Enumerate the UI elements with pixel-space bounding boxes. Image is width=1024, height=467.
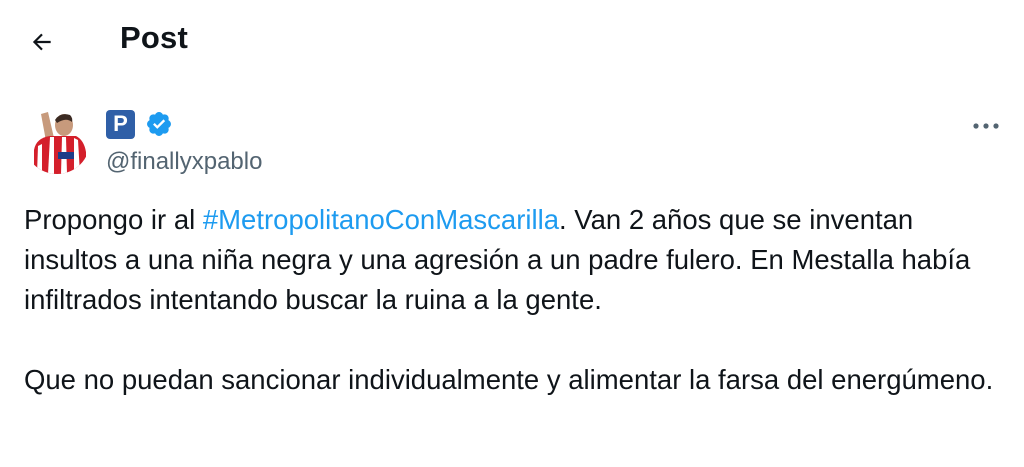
author-handle[interactable]: @finallyxpablo — [106, 148, 262, 176]
post-header: Post — [0, 0, 1024, 84]
page-title: Post — [120, 20, 188, 55]
arrow-left-icon — [32, 33, 51, 51]
post-text: Propongo ir al #MetropolitanoConMascaril… — [24, 200, 1004, 400]
author-display-name[interactable]: P — [106, 109, 135, 139]
post-text-segment: Propongo ir al — [24, 204, 203, 235]
post-paragraph: Propongo ir al #MetropolitanoConMascaril… — [24, 200, 1004, 320]
avatar[interactable] — [24, 108, 90, 174]
more-options-button[interactable] — [966, 108, 1006, 144]
verified-badge-icon[interactable] — [145, 110, 173, 138]
post-paragraph: Que no puedan sancionar individualmente … — [24, 364, 994, 395]
hashtag-link[interactable]: #MetropolitanoConMascarilla — [203, 204, 559, 235]
back-button[interactable] — [22, 22, 62, 62]
avatar-image — [34, 112, 86, 174]
author-name-row: P — [106, 108, 262, 140]
author-info: P @finallyxpablo — [106, 108, 262, 176]
more-horizontal-icon — [973, 123, 999, 129]
